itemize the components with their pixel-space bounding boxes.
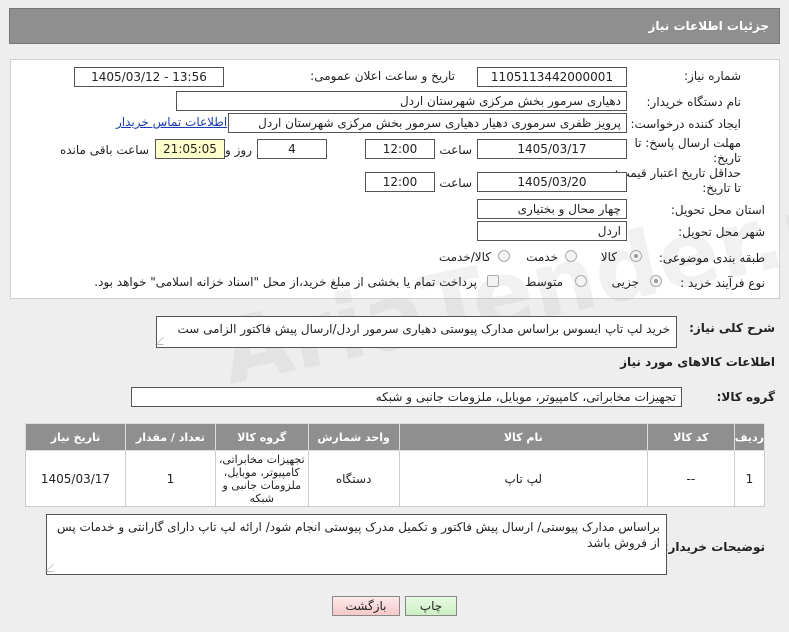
validity-label: حداقل تاریخ اعتبار قیمت: تا تاریخ: (614, 166, 741, 195)
cell-unit: دستگاه (307, 450, 400, 507)
purchase-type-label: نوع فرآیند خرید : (680, 276, 765, 290)
creator-label: ایجاد کننده درخواست: (630, 117, 741, 131)
buyer-org-label: نام دستگاه خریدار: (646, 95, 742, 109)
remaining-days-field: 4 (257, 139, 327, 159)
need-number-field: 1105113442000001 (477, 67, 627, 87)
col-quantity: تعداد / مقدار (124, 423, 216, 451)
cell-item-code: -- (646, 450, 735, 507)
treasury-payment-checkbox[interactable] (487, 275, 499, 287)
treasury-payment-note: پرداخت تمام یا بخشی از مبلغ خرید،از محل … (94, 275, 477, 289)
purchase-option-minor: جزیی (611, 275, 639, 289)
reply-time-field: 12:00 (365, 139, 435, 159)
reply-date-field: 1405/03/17 (477, 139, 627, 159)
col-group: گروه کالا (214, 423, 309, 451)
announce-label: تاریخ و ساعت اعلان عمومی: (310, 69, 455, 83)
category-radio-service[interactable] (565, 250, 577, 262)
cell-quantity: 1 (124, 450, 216, 507)
table-header-row: ردیف کد کالا نام کالا واحد شمارش گروه کا… (25, 423, 766, 451)
creator-field: پرویز ظفری سرموری دهیار دهیاری سرمور بخش… (228, 113, 627, 133)
col-item-code: کد کالا (646, 423, 735, 451)
print-button[interactable]: چاپ (405, 596, 457, 616)
buyer-org-field: دهیاری سرمور بخش مرکزی شهرستان اردل (176, 91, 627, 111)
province-label: استان محل تحویل: (670, 203, 765, 217)
col-need-date: تاریخ نیاز (25, 423, 126, 451)
category-option-goods-service: کالا/خدمت (438, 250, 491, 264)
province-field: چهار محال و بختیاری (477, 199, 627, 219)
cell-item-name: لپ تاپ (398, 450, 648, 507)
col-row-number: ردیف (733, 423, 766, 451)
remaining-label: ساعت باقی مانده (59, 143, 149, 157)
city-label: شهر محل تحویل: (678, 225, 765, 239)
items-table: ردیف کد کالا نام کالا واحد شمارش گروه کا… (25, 423, 766, 507)
category-label: طبقه بندی موضوعی: (658, 251, 765, 265)
cell-group: تجهیزات مخابراتی، کامپیوتر، موبایل، ملزو… (214, 450, 309, 507)
validity-time-label: ساعت (439, 176, 472, 190)
purchase-radio-medium[interactable] (575, 275, 587, 287)
cell-row-number: 1 (733, 450, 766, 507)
summary-textarea[interactable]: خرید لپ تاپ ایسوس براساس مدارک پیوستی ده… (155, 316, 677, 348)
buyer-notes-label: توضیحات خریدار: (663, 540, 765, 554)
remaining-time-field: 21:05:05 (155, 139, 225, 159)
validity-date-field: 1405/03/20 (477, 172, 627, 192)
col-unit: واحد شمارش (307, 423, 400, 451)
city-field: اردل (477, 221, 627, 241)
back-button[interactable]: بازگشت (332, 596, 400, 616)
cell-need-date: 1405/03/17 (25, 450, 126, 507)
category-option-service: خدمت (526, 250, 558, 264)
goods-section-title: اطلاعات کالاهای مورد نیاز (620, 355, 775, 369)
need-number-label: شماره نیاز: (684, 69, 741, 83)
category-radio-goods-service[interactable] (498, 250, 510, 262)
buyer-contact-link[interactable]: اطلاعات تماس خریدار (116, 115, 227, 129)
reply-deadline-label: مهلت ارسال پاسخ: تا تاریخ: (634, 136, 741, 165)
col-item-name: نام کالا (398, 423, 648, 451)
reply-time-label: ساعت (439, 143, 472, 157)
days-label: روز و (225, 143, 252, 157)
resize-grip-icon[interactable] (45, 564, 61, 572)
purchase-radio-minor[interactable] (650, 275, 662, 287)
page-title: جزئیات اطلاعات نیاز (648, 19, 769, 33)
validity-time-field: 12:00 (365, 172, 435, 192)
announce-datetime-field: 1405/03/12 - 13:56 (74, 67, 224, 87)
summary-label: شرح کلی نیاز: (689, 321, 775, 335)
category-radio-goods[interactable] (630, 250, 642, 262)
buyer-notes-textarea[interactable]: براساس مدارک پیوستی/ ارسال پیش فاکتور و … (45, 514, 667, 575)
buyer-notes-text: براساس مدارک پیوستی/ ارسال پیش فاکتور و … (57, 520, 660, 550)
purchase-option-medium: متوسط (525, 275, 563, 289)
resize-grip-icon[interactable] (155, 337, 171, 345)
table-row[interactable]: 1 -- لپ تاپ دستگاه تجهیزات مخابراتی، کام… (25, 450, 766, 507)
category-option-goods: کالا (600, 250, 617, 264)
page-header: جزئیات اطلاعات نیاز (9, 8, 780, 44)
goods-group-field: تجهیزات مخابراتی، کامپیوتر، موبایل، ملزو… (131, 387, 682, 407)
summary-text: خرید لپ تاپ ایسوس براساس مدارک پیوستی ده… (177, 322, 670, 336)
goods-group-label: گروه کالا: (716, 390, 775, 404)
